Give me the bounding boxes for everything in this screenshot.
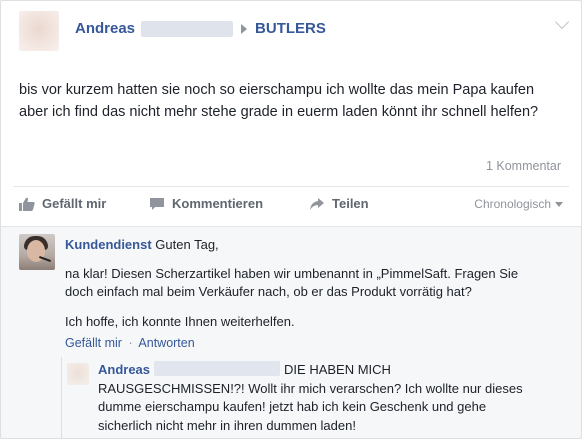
share-label: Teilen <box>332 196 369 211</box>
comment-body: na klar! Diesen Scherzartikel haben wir … <box>65 265 540 343</box>
sort-dropdown[interactable]: Chronologisch <box>474 197 563 211</box>
page-name[interactable]: BUTLERS <box>255 20 326 37</box>
post-title: Andreas BUTLERS <box>75 20 326 37</box>
author-name[interactable]: Andreas <box>75 20 135 37</box>
comment-count[interactable]: 1 Kommentar <box>486 159 561 173</box>
comment-paragraph: na klar! Diesen Scherzartikel haben wir … <box>65 266 519 299</box>
comment-greeting: Guten Tag, <box>155 237 219 252</box>
author-surname-blurred <box>141 20 234 37</box>
comment-button[interactable]: Kommentieren <box>149 196 263 211</box>
share-arrow-icon <box>310 197 324 210</box>
post-text: bis vor kurzem hatten sie noch so eiersc… <box>19 82 539 120</box>
reply-thread-line <box>61 357 62 438</box>
comment-like-link[interactable]: Gefällt mir <box>65 336 122 350</box>
share-button[interactable]: Teilen <box>309 196 369 211</box>
comment-paragraph: Ich hoffe, ich konnte Ihnen weiterhelfen… <box>65 314 295 329</box>
comment-reply-link[interactable]: Antworten <box>138 336 194 350</box>
chevron-down-icon[interactable] <box>554 14 570 30</box>
comment-icon <box>150 197 164 210</box>
like-button[interactable]: Gefällt mir <box>19 196 106 211</box>
comment-label: Kommentieren <box>172 196 264 211</box>
author-avatar[interactable] <box>19 11 59 51</box>
like-label: Gefällt mir <box>42 196 107 211</box>
reply-author-avatar[interactable] <box>67 363 89 385</box>
action-bar: Gefällt mir Kommentieren Teilen Chronolo… <box>19 196 569 218</box>
separator: · <box>128 336 133 350</box>
comment-actions: Gefällt mir · Antworten <box>65 336 195 350</box>
comment-header: Kundendienst Guten Tag, <box>65 237 219 252</box>
thumbs-up-icon <box>19 197 35 211</box>
reply-body: Andreas DIE HABEN MICH RAUSGESCHMISSEN!?!… <box>98 361 538 435</box>
reply-author-name[interactable]: Andreas <box>98 362 150 377</box>
commenter-avatar[interactable] <box>19 234 55 270</box>
commenter-name[interactable]: Kundendienst <box>65 237 152 252</box>
post-card: Andreas BUTLERS bis vor kurzem hatten si… <box>0 0 582 439</box>
post-header: Andreas BUTLERS <box>19 11 571 63</box>
reply-author-surname-blurred <box>154 361 281 376</box>
divider <box>13 186 569 187</box>
sort-label: Chronologisch <box>474 197 551 211</box>
arrow-right-icon <box>241 23 248 34</box>
caret-down-icon <box>555 201 563 207</box>
